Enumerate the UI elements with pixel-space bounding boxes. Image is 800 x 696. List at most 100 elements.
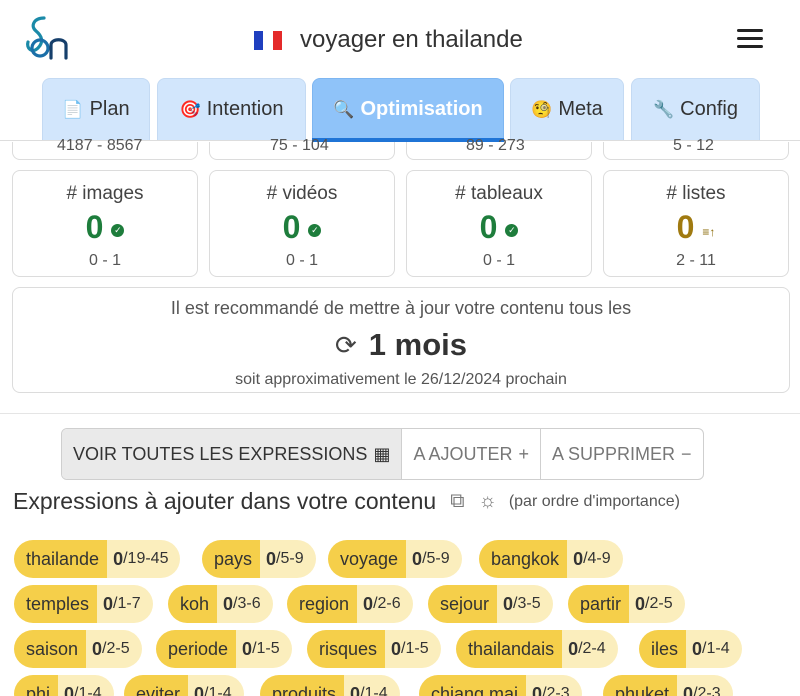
expression-chip[interactable]: koh 0/3-6 <box>168 585 273 623</box>
chip-count: 0/2-6 <box>357 585 413 623</box>
tab-plan[interactable]: 📄 Plan <box>42 78 150 140</box>
expression-chip[interactable]: pays 0/5-9 <box>202 540 316 578</box>
target-icon: 🎯 <box>179 99 201 119</box>
metric-card <box>603 142 789 160</box>
wrench-icon: 🔧 <box>653 99 675 119</box>
expression-chip[interactable]: risques 0/1-5 <box>307 630 441 668</box>
chip-current: 0 <box>194 683 205 696</box>
sun-icon[interactable]: ☼ <box>478 490 496 513</box>
metric-card-tables: # tableaux 0 ✓ 0 - 1 <box>406 170 592 277</box>
chip-range: /2-5 <box>102 640 130 657</box>
tab-optimisation[interactable]: 🔍 Optimisation <box>312 78 504 140</box>
update-text: Il est recommandé de mettre à jour votre… <box>170 298 632 318</box>
to-add-button[interactable]: A AJOUTER + <box>402 429 541 479</box>
expression-chip[interactable]: produits 0/1-4 <box>260 675 400 696</box>
metric-number: 0 <box>479 209 498 245</box>
chip-word: eviter <box>124 675 189 696</box>
chip-current: 0 <box>412 548 423 569</box>
chip-count: 0/1-5 <box>385 630 441 668</box>
expression-filter-group: VOIR TOUTES LES EXPRESSIONS ▦ A AJOUTER … <box>61 428 704 480</box>
chip-range: /1-4 <box>702 640 730 657</box>
expression-chip[interactable]: phuket 0/2-3 <box>603 675 733 696</box>
chip-current: 0 <box>103 593 114 614</box>
chip-range: /1-5 <box>401 640 429 657</box>
expression-chip[interactable]: periode 0/1-5 <box>156 630 292 668</box>
chip-current: 0 <box>573 548 584 569</box>
logo-icon[interactable] <box>22 14 72 62</box>
button-label: A AJOUTER <box>413 443 513 464</box>
chip-word: periode <box>156 630 237 668</box>
expression-chip[interactable]: chiang mai 0/2-3 <box>419 675 582 696</box>
to-remove-button[interactable]: A SUPPRIMER − <box>541 429 703 479</box>
metric-range: 0 - 1 <box>88 252 121 269</box>
expression-chip[interactable]: thailandais 0/2-4 <box>456 630 618 668</box>
chip-word: thailande <box>14 540 108 578</box>
french-flag-icon <box>254 30 282 50</box>
chip-count: 0/3-5 <box>497 585 553 623</box>
metric-value: 0 ✓ <box>210 209 394 246</box>
chip-range: /5-9 <box>276 550 304 567</box>
chip-count: 0/3-6 <box>217 585 273 623</box>
metric-number: 0 <box>282 209 301 245</box>
tab-meta[interactable]: 🧐 Meta <box>510 78 624 140</box>
minus-icon: − <box>681 443 692 464</box>
chip-current: 0 <box>683 683 694 696</box>
chip-current: 0 <box>223 593 234 614</box>
chip-current: 0 <box>391 638 402 659</box>
hamburger-menu-icon[interactable] <box>737 29 763 49</box>
metric-label: # vidéos <box>266 183 338 204</box>
chip-count: 0/1-7 <box>97 585 153 623</box>
chip-current: 0 <box>692 638 703 659</box>
metric-label: # images <box>66 183 144 204</box>
tab-label: Plan <box>89 98 130 120</box>
chip-current: 0 <box>242 638 253 659</box>
chip-count: 0/5-9 <box>260 540 316 578</box>
metric-label: # tableaux <box>455 183 543 204</box>
magnifier-icon: 🔍 <box>333 99 355 119</box>
chip-range: /1-4 <box>204 685 232 696</box>
check-circle-icon: ✓ <box>308 224 322 237</box>
expression-chip[interactable]: saison 0/2-5 <box>14 630 142 668</box>
chip-range: /1-4 <box>360 685 388 696</box>
chip-word: risques <box>307 630 386 668</box>
chip-word: iles <box>639 630 687 668</box>
tab-label: Config <box>680 98 738 120</box>
chip-range: /2-3 <box>693 685 721 696</box>
chip-current: 0 <box>503 593 514 614</box>
expression-chip[interactable]: eviter 0/1-4 <box>124 675 244 696</box>
expression-chip[interactable]: phi 0/1-4 <box>14 675 114 696</box>
expression-chip[interactable]: bangkok 0/4-9 <box>479 540 623 578</box>
chip-range: /1-7 <box>113 595 141 612</box>
expression-chip[interactable]: thailande 0/19-45 <box>14 540 181 578</box>
chip-word: voyage <box>328 540 407 578</box>
chip-count: 0/1-4 <box>58 675 114 696</box>
update-value-row: ⟳ 1 mois <box>13 327 789 363</box>
tab-config[interactable]: 🔧 Config <box>631 78 760 140</box>
page-icon: 📄 <box>62 99 84 119</box>
chip-range: /19-45 <box>123 550 169 567</box>
metric-number: 0 <box>85 209 104 245</box>
expression-chip[interactable]: partir 0/2-5 <box>568 585 685 623</box>
metric-card-images: # images 0 ✓ 0 - 1 <box>12 170 198 277</box>
expression-chip[interactable]: voyage 0/5-9 <box>328 540 462 578</box>
metric-value: 0 ✓ <box>407 209 591 246</box>
chip-current: 0 <box>363 593 374 614</box>
expression-chip[interactable]: region 0/2-6 <box>287 585 413 623</box>
chip-range: /4-9 <box>583 550 611 567</box>
expression-chip[interactable]: temples 0/1-7 <box>14 585 153 623</box>
chip-current: 0 <box>350 683 361 696</box>
tab-intention[interactable]: 🎯 Intention <box>157 78 306 140</box>
chip-word: bangkok <box>479 540 568 578</box>
chip-count: 0/2-4 <box>562 630 618 668</box>
chip-range: /3-6 <box>233 595 261 612</box>
chip-count: 0/2-5 <box>629 585 685 623</box>
show-all-expressions-button[interactable]: VOIR TOUTES LES EXPRESSIONS ▦ <box>62 429 403 479</box>
copy-icon[interactable]: ⧉ <box>450 490 464 513</box>
tab-label: Meta <box>558 98 603 120</box>
expression-chip[interactable]: iles 0/1-4 <box>639 630 742 668</box>
page-heading: voyager en thailande <box>254 26 523 54</box>
chip-count: 0/2-5 <box>86 630 142 668</box>
plus-icon: + <box>518 443 529 464</box>
expression-chip[interactable]: sejour 0/3-5 <box>428 585 553 623</box>
chip-range: /2-6 <box>373 595 401 612</box>
